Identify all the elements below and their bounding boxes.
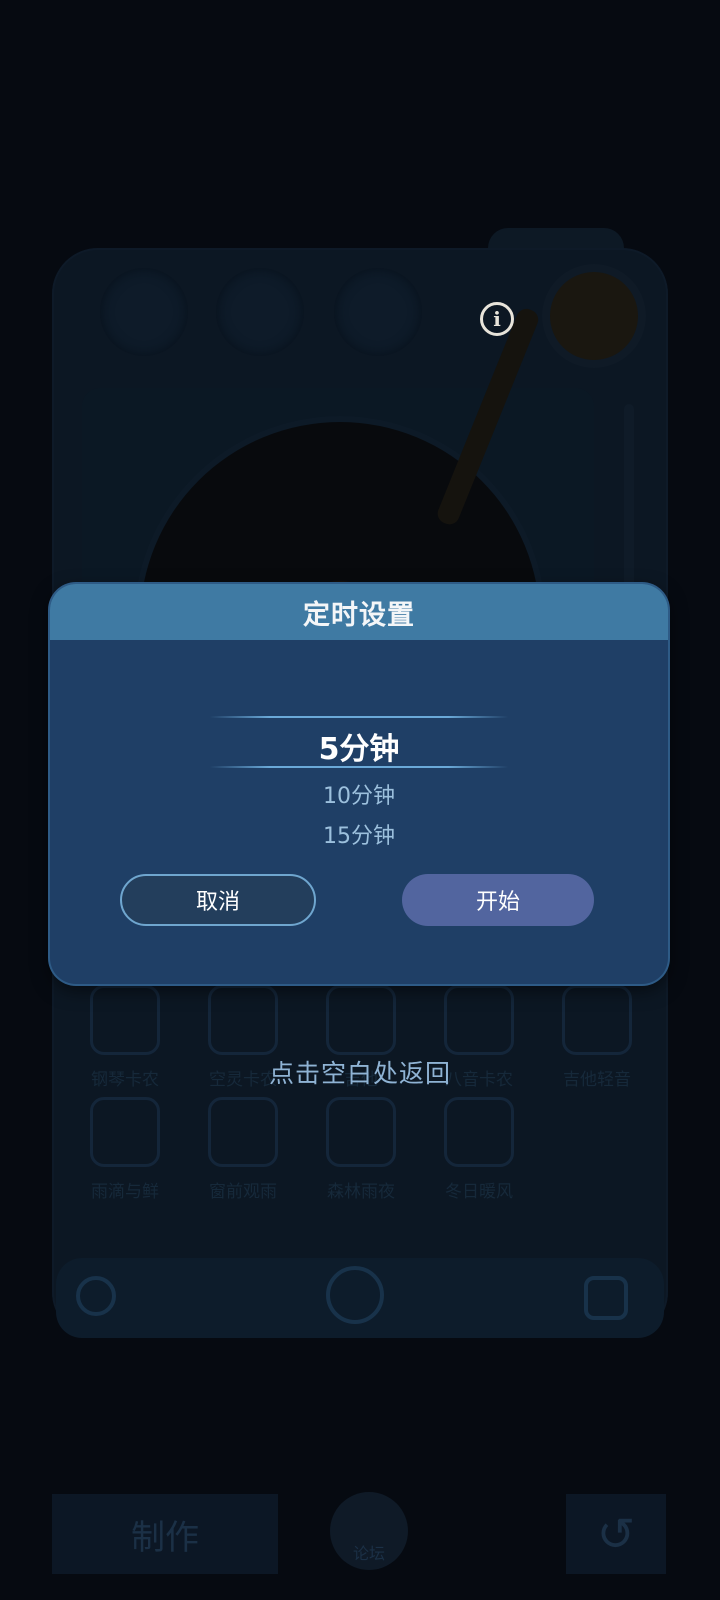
duration-picker[interactable]: 5分钟 10分钟 15分钟 [50,714,668,864]
forest-icon [326,1097,396,1167]
raindrop-icon [90,1097,160,1167]
pause-icon[interactable] [326,1266,384,1324]
dialog-title: 定时设置 [50,584,668,640]
like-icon[interactable] [584,1276,628,1320]
tonearm-base [550,272,638,360]
timer-icon[interactable] [76,1276,116,1316]
sound-label: 雨滴与鲜 [91,1182,159,1202]
sound-item[interactable]: 冬日暖风 [424,1097,534,1202]
timer-dialog: 定时设置 5分钟 10分钟 15分钟 取消 开始 [50,584,668,984]
sound-item[interactable]: 森林雨夜 [306,1097,416,1202]
knob-1 [100,268,188,356]
forum-label: 论坛 [352,1544,385,1563]
sound-label: 冬日暖风 [445,1182,513,1202]
guitar-icon [326,985,396,1055]
window-rain-icon [208,1097,278,1167]
start-button[interactable]: 开始 [402,874,594,926]
record-icon [208,985,278,1055]
picker-option-selected[interactable]: 5分钟 [50,724,668,768]
playback-control-bar [56,1258,664,1338]
picker-option[interactable]: 15分钟 [50,818,668,850]
forum-button[interactable]: 论坛 [330,1492,408,1570]
sound-label: 森林雨夜 [327,1182,395,1202]
sound-grid: 钢琴卡农 空灵卡农 吉他 八音卡农 吉他轻音 雨滴与鲜 窗前观雨 森林雨夜 冬日… [70,985,650,1202]
violin-icon [562,985,632,1055]
knob-2 [216,268,304,356]
sound-item[interactable]: 窗前观雨 [188,1097,298,1202]
knob-3 [334,268,422,356]
piano-icon [90,985,160,1055]
cancel-button[interactable]: 取消 [120,874,316,926]
make-button[interactable]: 制作 [52,1494,278,1574]
wind-icon [444,1097,514,1167]
info-icon[interactable]: i [480,302,514,336]
sound-label: 窗前观雨 [209,1182,277,1202]
sound-item[interactable]: 雨滴与鲜 [70,1097,180,1202]
back-icon[interactable]: ↺ [566,1494,666,1574]
picker-option[interactable]: 10分钟 [50,778,668,810]
tap-outside-hint: 点击空白处返回 [268,1059,451,1088]
music-box-icon [444,985,514,1055]
picker-divider-top [210,716,508,718]
